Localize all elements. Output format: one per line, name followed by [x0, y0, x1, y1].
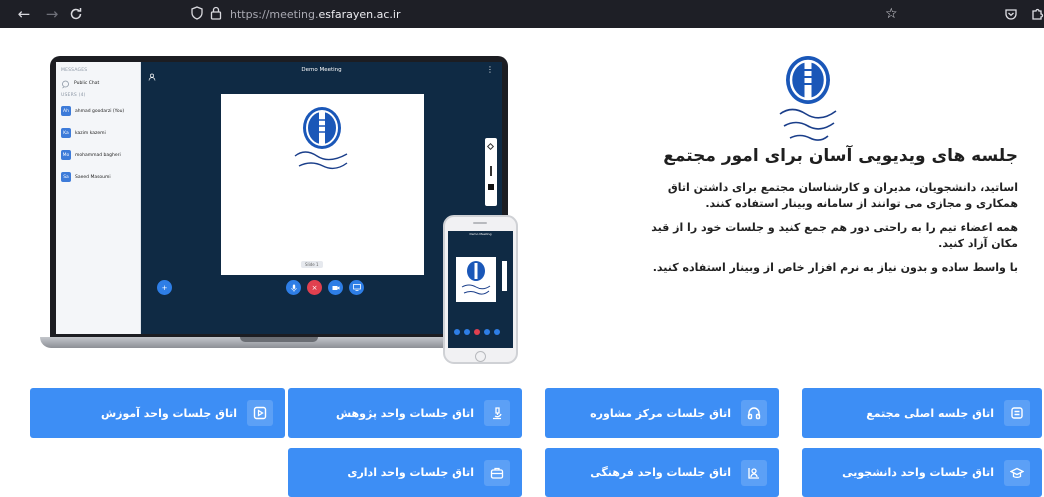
- briefcase-icon: [484, 459, 510, 486]
- document-icon: [1004, 400, 1030, 426]
- tracking-shield-icon[interactable]: [190, 5, 204, 24]
- color-icon: [488, 184, 494, 190]
- user-avatar: Mo: [61, 150, 71, 160]
- extensions-icon[interactable]: [1030, 4, 1044, 24]
- messages-heading: MESSAGES: [61, 68, 88, 73]
- slide-pager: Slide 1: [301, 261, 323, 268]
- phone-meeting-title: Demo Meeting: [469, 232, 492, 236]
- room-button-label: اتاق جلسات واحد پژوهش: [335, 406, 474, 420]
- laptop-notch: [240, 337, 318, 342]
- room-button-student[interactable]: اتاق جلسات واحد دانشجویی: [802, 448, 1042, 497]
- phone-share-icon: [494, 329, 500, 335]
- room-button-label: اتاق جلسات مرکز مشاوره: [590, 406, 731, 420]
- user-name: mohammad bagheri: [75, 152, 121, 158]
- phone-home-button: [475, 351, 486, 362]
- user-avatar: Ka: [61, 128, 71, 138]
- user-item: Mo mohammad bagheri: [61, 144, 140, 166]
- room-button-cultural[interactable]: اتاق جلسات واحد فرهنگی: [545, 448, 779, 497]
- address-bar[interactable]: https://meeting.esfarayen.ac.ir: [190, 4, 910, 24]
- public-chat-item: Public Chat: [61, 75, 140, 91]
- pen-icon: [486, 142, 495, 151]
- user-name: kazim kazemi: [75, 130, 106, 136]
- bookmark-star-icon[interactable]: ☆: [885, 4, 898, 24]
- more-options-icon: ⋮: [486, 65, 494, 74]
- user-avatar: Ah: [61, 106, 71, 116]
- room-button-label: اتاق جلسات واحد اداری: [347, 466, 474, 479]
- graduation-cap-icon: [1004, 459, 1030, 486]
- phone-slide: [456, 257, 496, 302]
- url-text[interactable]: https://meeting.esfarayen.ac.ir: [230, 8, 400, 21]
- phone-meeting-screenshot: Demo Meeting: [448, 231, 513, 348]
- chat-icon: [61, 74, 70, 93]
- hero-paragraph: همه اعضاء تیم را به راحتی دور هم جمع کنی…: [651, 221, 1018, 250]
- hero-paragraph: با واسط ساده و بدون نیاز به نرم افزار خا…: [652, 261, 1018, 274]
- hero-title: جلسه های ویدیویی آسان برای امور مجتمع: [663, 146, 1018, 166]
- hero-section: MESSAGES Public Chat USERS (4) Ah ahmad …: [0, 28, 1044, 373]
- user-name: Saeed Masoumi: [75, 174, 111, 180]
- user-avatar: Sa: [61, 172, 71, 182]
- phone-camera-icon: [484, 329, 490, 335]
- browser-toolbar: ← → https://meeting.esfarayen.ac.ir ☆: [0, 0, 1044, 28]
- laptop-mockup: MESSAGES Public Chat USERS (4) Ah ahmad …: [50, 56, 508, 338]
- room-button-research[interactable]: اتاق جلسات واحد پژوهش: [288, 388, 522, 438]
- microscope-icon: [484, 400, 510, 426]
- phone-leave-icon: [474, 329, 480, 335]
- pocket-icon[interactable]: [1004, 4, 1018, 24]
- phone-mockup: Demo Meeting: [443, 215, 518, 364]
- slide-logo-icon: [294, 107, 348, 170]
- presentation-slide: Slide 1: [221, 94, 424, 275]
- room-button-label: اتاق جلسات واحد آموزش: [100, 406, 237, 420]
- meeting-title: Demo Meeting: [301, 67, 342, 73]
- room-button-education[interactable]: اتاق جلسات واحد آموزش: [30, 388, 285, 438]
- headphones-icon: [741, 400, 767, 426]
- annotation-toolbar: [485, 138, 497, 206]
- reload-icon[interactable]: [66, 4, 86, 24]
- user-item: Sa Saeed Masoumi: [61, 166, 140, 188]
- room-button-main[interactable]: اتاق جلسه اصلی مجتمع: [802, 388, 1042, 438]
- phone-plus-icon: [454, 329, 460, 335]
- room-button-label: اتاق جلسات واحد فرهنگی: [590, 466, 731, 479]
- room-button-label: اتاق جلسات واحد دانشجویی: [842, 466, 994, 479]
- room-button-admin[interactable]: اتاق جلسات واحد اداری: [288, 448, 522, 497]
- microphone-icon: [286, 280, 301, 295]
- hero-paragraph: اساتید، دانشجویان، مدیران و کارشناسان مج…: [667, 181, 1018, 210]
- camera-icon: [328, 280, 343, 295]
- user-item: Ka kazim kazemi: [61, 122, 140, 144]
- back-icon[interactable]: ←: [14, 4, 34, 24]
- phone-mic-icon: [464, 329, 470, 335]
- screen-share-icon: [349, 280, 364, 295]
- user-name: ahmad goodarzi (You): [75, 108, 125, 114]
- stroke-icon: [490, 166, 492, 176]
- phone-tools: [502, 261, 507, 291]
- lock-icon[interactable]: [210, 5, 222, 24]
- meeting-sidebar: MESSAGES Public Chat USERS (4) Ah ahmad …: [56, 62, 141, 334]
- phone-speaker: [473, 222, 487, 224]
- play-square-icon: [247, 400, 273, 426]
- leave-audio-icon: ×: [307, 280, 322, 295]
- actions-plus-icon: +: [157, 280, 172, 295]
- meeting-screenshot: MESSAGES Public Chat USERS (4) Ah ahmad …: [56, 62, 502, 334]
- users-heading: USERS (4): [61, 93, 86, 98]
- user-item: Ah ahmad goodarzi (You): [61, 100, 140, 122]
- public-chat-label: Public Chat: [74, 80, 100, 86]
- room-button-counseling[interactable]: اتاق جلسات مرکز مشاوره: [545, 388, 779, 438]
- university-logo: [779, 56, 837, 141]
- presenter-icon: [741, 459, 767, 486]
- forward-icon[interactable]: →: [42, 4, 62, 24]
- room-button-label: اتاق جلسه اصلی مجتمع: [866, 406, 994, 420]
- phone-slide-logo-icon: [461, 261, 491, 295]
